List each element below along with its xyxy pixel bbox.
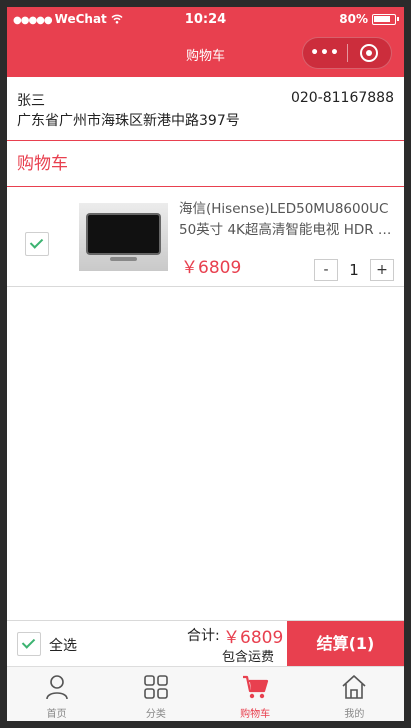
address-detail: 广东省广州市海珠区新港中路397号 [17, 113, 240, 129]
check-icon [21, 635, 36, 649]
tab-mine[interactable]: 我的 [305, 667, 404, 721]
capsule-divider [347, 44, 348, 62]
tab-cart[interactable]: 购物车 [206, 667, 305, 721]
checkout-bar: 全选 合计: ￥6809 包含运费 结算(1) [7, 620, 404, 667]
battery: 80% [339, 12, 399, 26]
decrease-button[interactable]: - [314, 259, 338, 281]
product-title[interactable]: 海信(Hisense)LED50MU8600UC 50英寸 4K超高清智能电视 … [179, 199, 401, 243]
tab-home[interactable]: 首页 [7, 667, 106, 721]
quantity-stepper: - 1 + [314, 259, 394, 281]
top-bar: ●●●●● WeChat 10:24 80% 购物车 ••• [7, 7, 404, 77]
battery-icon [372, 13, 399, 25]
product-price: ￥6809 [181, 258, 242, 278]
cart-icon [243, 675, 269, 699]
cart-item: 海信(Hisense)LED50MU8600UC 50英寸 4K超高清智能电视 … [7, 187, 404, 287]
grid-icon [144, 675, 168, 699]
tv-image [88, 215, 159, 261]
recipient-phone: 020-81167888 [290, 90, 394, 106]
tab-label: 我的 [344, 709, 365, 720]
check-icon [29, 235, 44, 249]
close-icon[interactable] [360, 44, 378, 62]
tab-label: 购物车 [240, 709, 271, 720]
increase-button[interactable]: + [370, 259, 394, 281]
quantity-value[interactable]: 1 [338, 261, 370, 279]
phone-screen: ●●●●● WeChat 10:24 80% 购物车 ••• 张三 020-811… [7, 7, 404, 721]
mini-program-capsule: ••• [302, 37, 392, 69]
battery-percent: 80% [339, 12, 368, 26]
shipping-note: 包含运费 [222, 650, 275, 665]
tab-label: 分类 [145, 709, 166, 720]
item-checkbox[interactable] [25, 232, 49, 256]
tab-category[interactable]: 分类 [106, 667, 205, 721]
product-title-line1: 海信(Hisense)LED50MU8600UC [179, 201, 389, 217]
tab-bar: 首页 分类 购物车 我的 [7, 666, 404, 721]
home-icon [342, 675, 366, 699]
total-label: 合计: [187, 628, 220, 644]
product-title-line2: 50英寸 4K超高清智能电视 HDR 曲面 [179, 222, 401, 238]
status-bar: ●●●●● WeChat 10:24 80% [7, 11, 404, 29]
cart-section-title: 购物车 [7, 141, 404, 187]
product-image[interactable] [79, 203, 168, 271]
more-icon[interactable]: ••• [303, 45, 347, 61]
select-all-checkbox[interactable] [17, 632, 41, 656]
tab-label: 首页 [46, 709, 67, 720]
checkout-button[interactable]: 结算(1) [287, 621, 404, 667]
user-icon [45, 675, 68, 700]
shipping-address[interactable]: 张三 020-81167888 广东省广州市海珠区新港中路397号 [7, 77, 404, 141]
total-price: ￥6809 [223, 628, 284, 648]
recipient-name: 张三 [17, 93, 45, 109]
select-all-label[interactable]: 全选 [49, 635, 77, 655]
